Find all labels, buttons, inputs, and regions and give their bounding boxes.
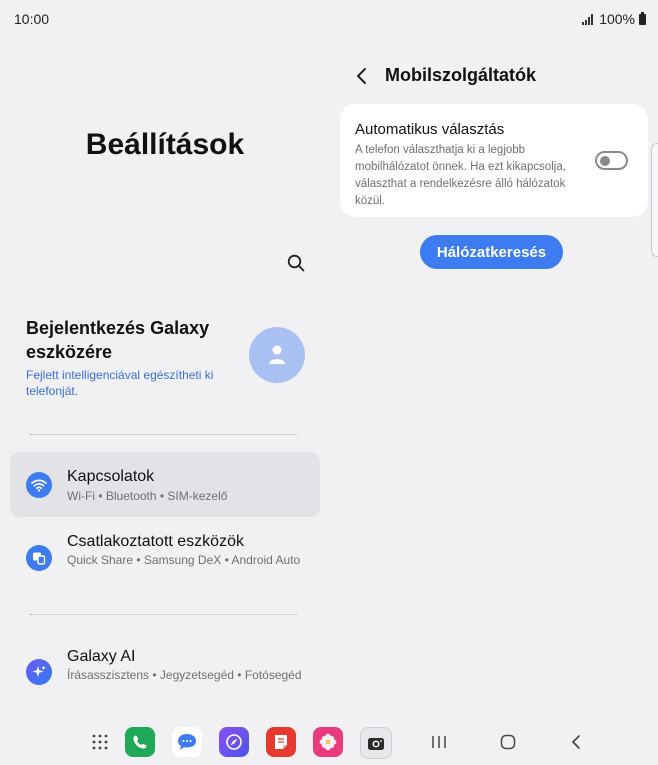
flower-icon: [319, 733, 337, 751]
settings-item-title: Galaxy AI: [67, 648, 136, 665]
search-button[interactable]: [283, 250, 309, 276]
right-pane-title: Mobilszolgáltatók: [385, 65, 537, 85]
auto-select-card[interactable]: Automatikus választás A telefon választh…: [340, 104, 648, 217]
back-icon: [572, 735, 580, 749]
page-title: Beállítások: [85, 128, 245, 161]
account-title: Bejelentkezés Galaxy eszközére: [26, 318, 210, 362]
compass-icon: [226, 734, 242, 750]
status-bar: 10:00 100%: [0, 0, 658, 36]
recent-apps-button[interactable]: [426, 730, 452, 754]
settings-item-galaxy-ai[interactable]: Galaxy AI Írásasszisztens • Jegyzetsegéd…: [10, 634, 320, 706]
edge-panel-handle[interactable]: [651, 143, 658, 257]
camera-app[interactable]: [360, 727, 392, 759]
status-indicators: 100%: [582, 11, 646, 27]
person-icon: [269, 345, 285, 364]
note-icon: [275, 735, 287, 749]
network-search-button[interactable]: Hálózatkeresés: [420, 235, 563, 269]
devices-icon: [26, 545, 52, 571]
status-time: 10:00: [14, 11, 50, 27]
taskbar: [0, 722, 658, 762]
auto-select-description: A telefon választhatja ki a legjobb mobi…: [355, 144, 566, 207]
auto-select-toggle[interactable]: [595, 151, 628, 170]
settings-item-subtitle: Wi-Fi • Bluetooth • SIM-kezelő: [67, 489, 228, 503]
home-button[interactable]: [495, 730, 521, 754]
nav-back-button[interactable]: [563, 730, 589, 754]
toggle-knob: [600, 155, 610, 166]
gallery-app[interactable]: [313, 727, 343, 757]
account-subtitle: Fejlett intelligenciával egészítheti ki …: [26, 368, 214, 398]
camera-icon: [368, 738, 384, 750]
avatar[interactable]: [249, 327, 305, 383]
divider: [30, 614, 298, 615]
settings-item-connected-devices[interactable]: Csatlakoztatott eszközök Quick Share • S…: [10, 520, 320, 592]
settings-item-subtitle: Quick Share • Samsung DeX • Android Auto: [67, 553, 301, 567]
galaxy-account-signin[interactable]: Bejelentkezés Galaxy eszközére Fejlett i…: [26, 316, 326, 398]
search-icon: [287, 254, 305, 272]
battery-icon: [639, 11, 646, 25]
back-button[interactable]: [350, 64, 374, 88]
message-icon: [178, 734, 196, 750]
signal-icon: [582, 13, 594, 25]
home-icon: [500, 734, 516, 750]
divider: [30, 434, 298, 435]
messages-app[interactable]: [172, 727, 202, 757]
chevron-left-icon: [357, 68, 366, 84]
settings-item-connections[interactable]: Kapcsolatok Wi-Fi • Bluetooth • SIM-keze…: [10, 452, 320, 517]
phone-icon: [133, 735, 147, 749]
app-drawer-button[interactable]: [85, 727, 115, 757]
phone-app[interactable]: [125, 727, 155, 757]
grid-icon: [92, 734, 108, 750]
browser-app[interactable]: [219, 727, 249, 757]
notes-app[interactable]: [266, 727, 296, 757]
recents-icon: [432, 736, 446, 748]
settings-item-title: Csatlakoztatott eszközök: [67, 533, 244, 550]
settings-item-title: Kapcsolatok: [67, 468, 155, 485]
wifi-icon: [26, 472, 52, 498]
sparkle-icon: [26, 659, 52, 685]
auto-select-title: Automatikus választás: [355, 121, 505, 138]
settings-item-subtitle: Írásasszisztens • Jegyzetsegéd • Fotóseg…: [67, 668, 302, 682]
battery-percent: 100%: [599, 11, 635, 27]
